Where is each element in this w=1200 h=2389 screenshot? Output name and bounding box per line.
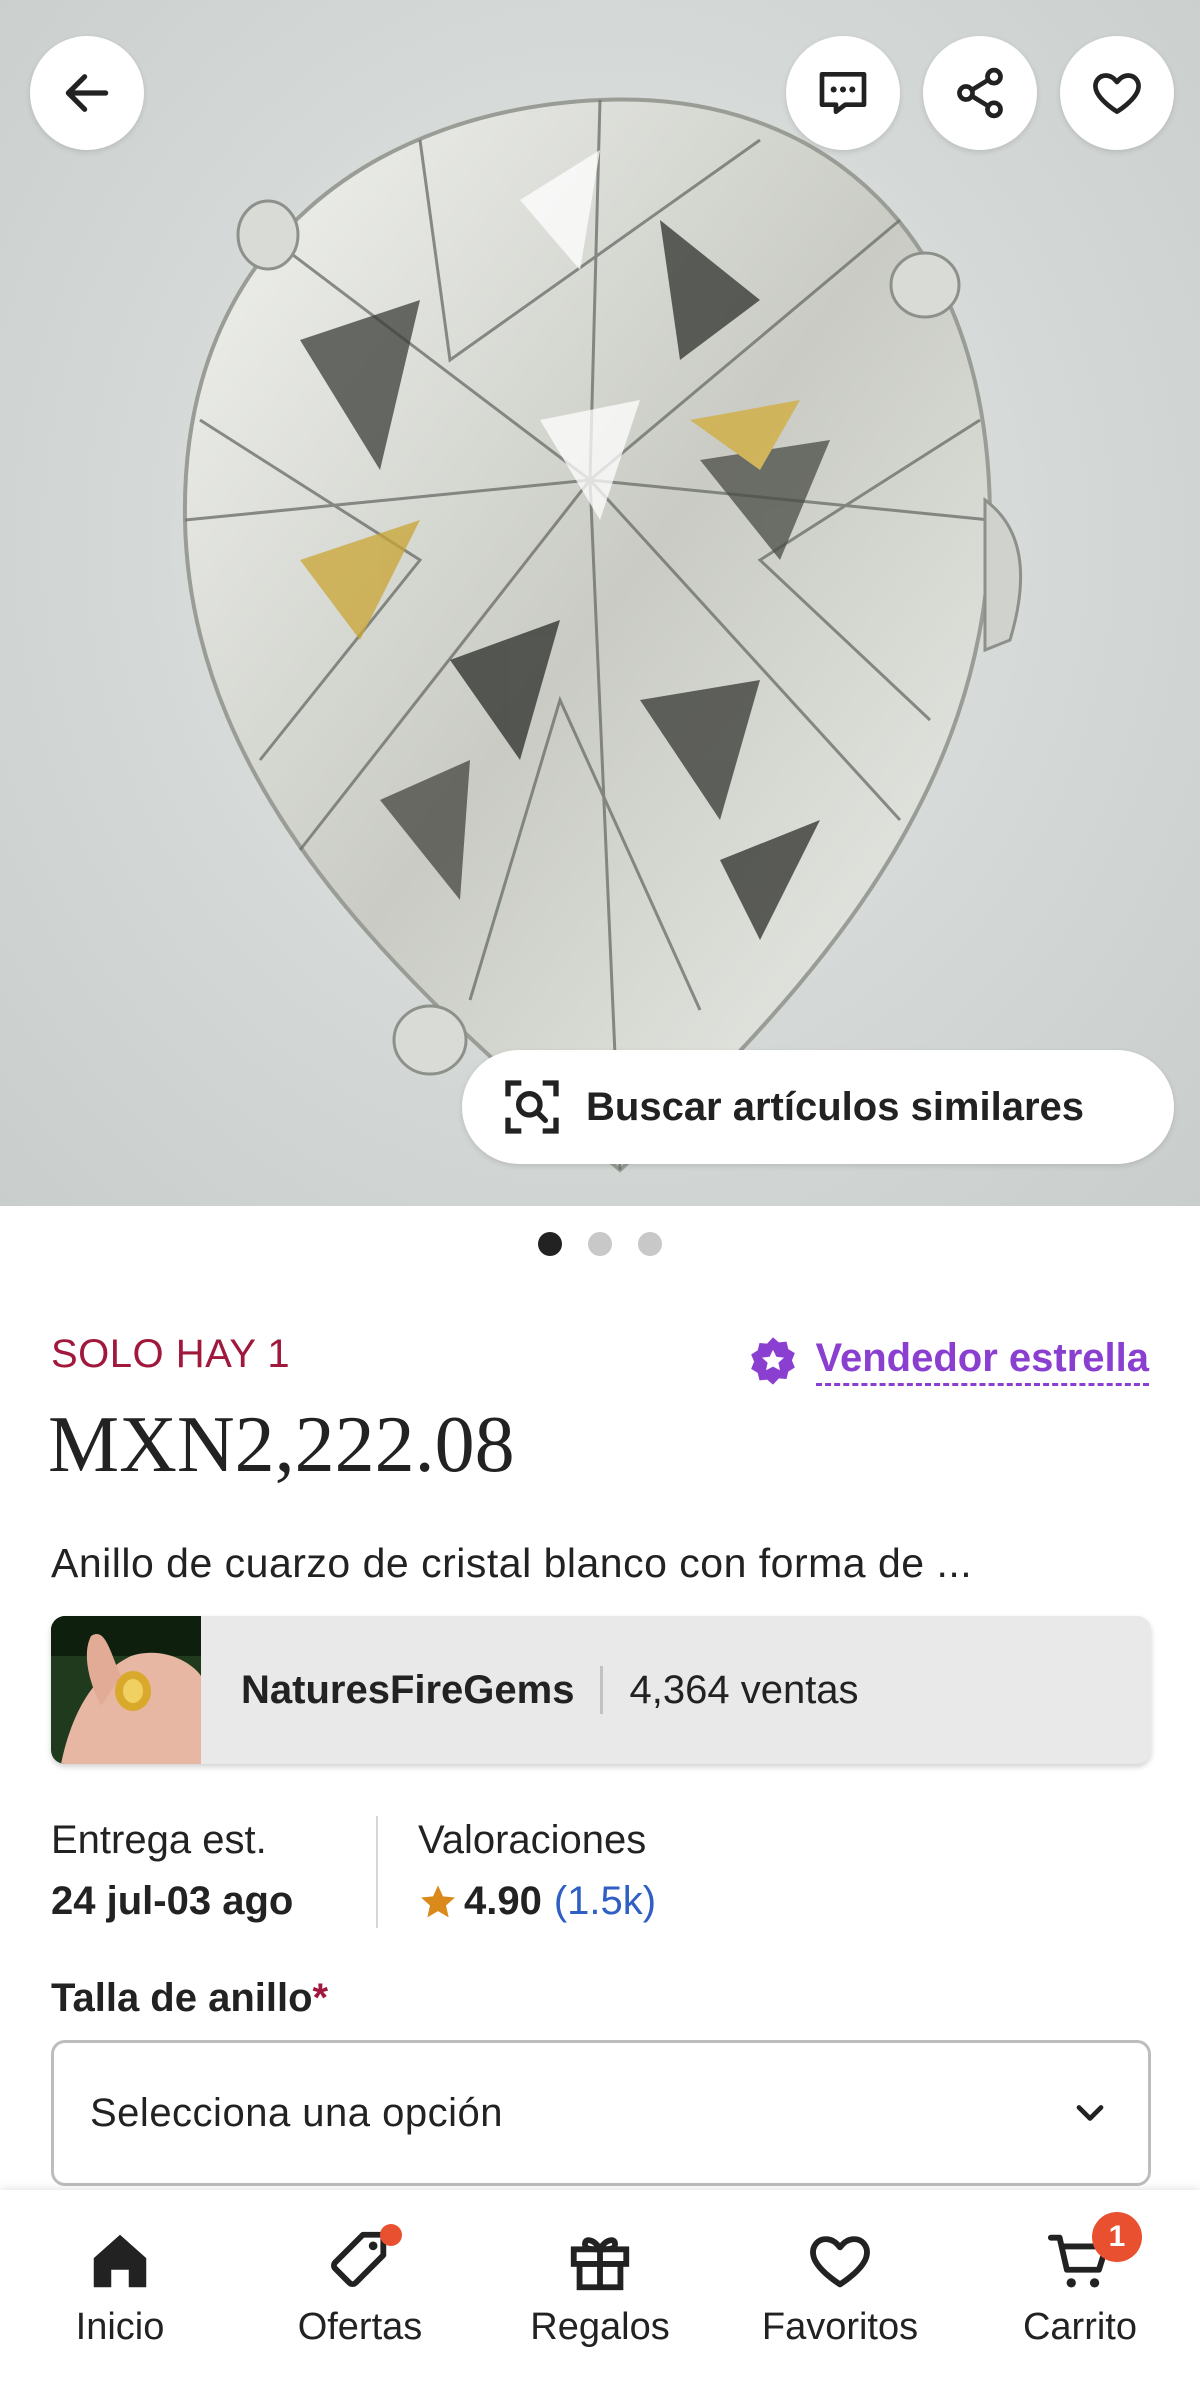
nav-label: Regalos bbox=[530, 2306, 670, 2348]
delivery-label: Entrega est. bbox=[51, 1818, 267, 1862]
notification-dot bbox=[380, 2224, 402, 2246]
product-title[interactable]: Anillo de cuarzo de cristal blanco con f… bbox=[51, 1540, 1151, 1587]
bottom-navigation: Inicio Ofertas Regalos Favoritos 1 Carri… bbox=[0, 2190, 1200, 2389]
carousel-dot[interactable] bbox=[538, 1232, 562, 1256]
message-button[interactable] bbox=[786, 36, 900, 150]
carousel-indicator bbox=[0, 1232, 1200, 1256]
nav-label: Carrito bbox=[1022, 2306, 1138, 2348]
rating-count[interactable]: (1.5k) bbox=[554, 1879, 656, 1924]
nav-item-ofertas[interactable]: Ofertas bbox=[240, 2190, 480, 2349]
carousel-dot[interactable] bbox=[588, 1232, 612, 1256]
required-mark: * bbox=[312, 1976, 329, 2020]
estimated-delivery: Entrega est. 24 jul-03 ago bbox=[51, 1818, 293, 1924]
share-button[interactable] bbox=[923, 36, 1037, 150]
ring-size-label-text: Talla de anillo bbox=[51, 1976, 313, 2020]
arrow-left-icon bbox=[65, 74, 109, 112]
home-icon bbox=[93, 2234, 147, 2288]
ring-size-select[interactable]: Selecciona una opción bbox=[51, 2040, 1151, 2186]
heart-icon bbox=[1093, 73, 1141, 114]
rating-score: 4.90 bbox=[464, 1879, 542, 1923]
product-image[interactable]: Buscar artículos similares bbox=[0, 0, 1200, 1206]
heart-icon bbox=[810, 2236, 870, 2288]
shop-sales: 4,364 ventas bbox=[629, 1667, 859, 1712]
ring-size-placeholder: Selecciona una opción bbox=[90, 2090, 504, 2135]
gemstone-photo bbox=[182, 97, 1023, 1173]
ratings-summary[interactable]: Valoraciones 4.90 (1.5k) bbox=[418, 1818, 656, 1924]
nav-item-carrito[interactable]: 1 Carrito bbox=[960, 2190, 1200, 2349]
nav-label: Favoritos bbox=[761, 2306, 919, 2348]
nav-label: Ofertas bbox=[297, 2306, 423, 2348]
shop-name: NaturesFireGems bbox=[241, 1667, 575, 1712]
ratings-label: Valoraciones bbox=[418, 1818, 647, 1862]
nav-label: Inicio bbox=[75, 2306, 165, 2348]
ring-size-label: Talla de anillo* bbox=[51, 1976, 328, 2021]
cart-count-badge: 1 bbox=[1092, 2212, 1142, 2262]
delivery-dates: 24 jul-03 ago bbox=[51, 1879, 294, 1923]
find-similar-label: Buscar artículos similares bbox=[586, 1084, 1085, 1129]
back-button[interactable] bbox=[30, 36, 144, 150]
find-similar-button[interactable]: Buscar artículos similares bbox=[462, 1050, 1174, 1164]
carousel-dot[interactable] bbox=[638, 1232, 662, 1256]
visual-search-icon bbox=[505, 1080, 559, 1134]
nav-item-inicio[interactable]: Inicio bbox=[0, 2190, 240, 2349]
star-seller-icon bbox=[750, 1337, 795, 1385]
shop-card[interactable]: NaturesFireGems 4,364 ventas bbox=[51, 1616, 1151, 1764]
divider bbox=[600, 1666, 604, 1714]
product-price: MXN2,222.08 bbox=[48, 1401, 515, 1489]
chevron-down-icon bbox=[1076, 2105, 1104, 2121]
message-icon bbox=[819, 72, 867, 114]
star-seller-label: Vendedor estrella bbox=[815, 1336, 1149, 1386]
stock-notice: SOLO HAY 1 bbox=[51, 1332, 291, 1376]
gift-icon bbox=[570, 2237, 630, 2291]
favorite-button[interactable] bbox=[1060, 36, 1174, 150]
nav-item-favoritos[interactable]: Favoritos bbox=[720, 2190, 960, 2349]
nav-item-regalos[interactable]: Regalos bbox=[480, 2190, 720, 2349]
divider bbox=[376, 1816, 378, 1928]
star-icon bbox=[421, 1884, 455, 1917]
shop-avatar bbox=[51, 1616, 201, 1764]
share-icon bbox=[957, 67, 1003, 119]
star-seller-badge[interactable]: Vendedor estrella bbox=[746, 1334, 1149, 1388]
